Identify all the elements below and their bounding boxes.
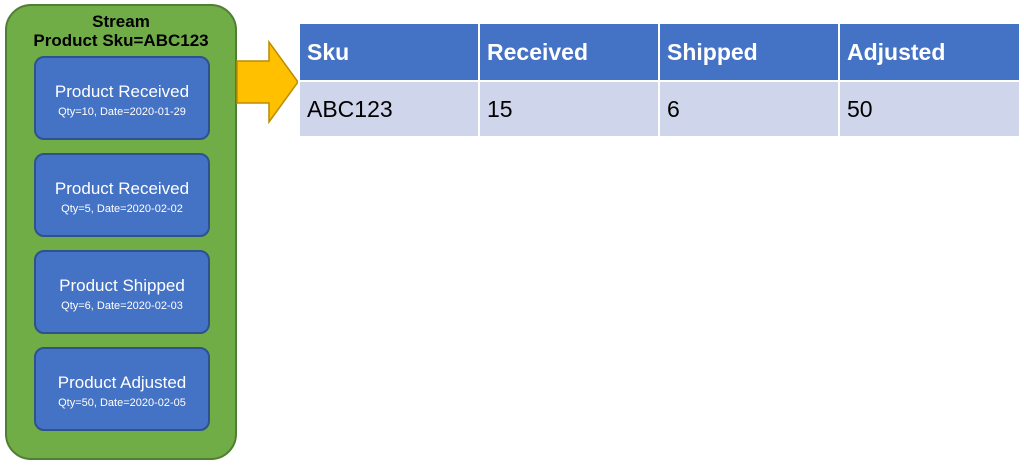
projection-arrow-icon	[236, 40, 299, 124]
stream-title-line2: Product Sku=ABC123	[33, 31, 209, 50]
event-title: Product Received	[54, 179, 190, 198]
event-title: Product Received	[54, 82, 190, 101]
event-title: Product Adjusted	[57, 373, 187, 392]
table-header-row: Sku Received Shipped Adjusted	[298, 22, 1021, 82]
table-row: ABC123 15 6 50	[298, 80, 1021, 138]
stream-title-line1: Stream	[92, 12, 150, 31]
stream-title: Stream Product Sku=ABC123	[7, 12, 235, 50]
column-header-sku: Sku	[298, 22, 480, 82]
event-detail: Qty=50, Date=2020-02-05	[58, 397, 186, 409]
event-detail: Qty=6, Date=2020-02-03	[61, 300, 183, 312]
cell-sku: ABC123	[298, 80, 480, 138]
column-header-received: Received	[478, 22, 660, 82]
projection-table: Sku Received Shipped Adjusted ABC123 15 …	[298, 22, 1021, 138]
cell-received: 15	[478, 80, 660, 138]
column-header-adjusted: Adjusted	[838, 22, 1021, 82]
event-product-received-1: Product Received Qty=10, Date=2020-01-29	[34, 56, 210, 140]
event-product-shipped: Product Shipped Qty=6, Date=2020-02-03	[34, 250, 210, 334]
event-product-adjusted: Product Adjusted Qty=50, Date=2020-02-05	[34, 347, 210, 431]
event-detail: Qty=10, Date=2020-01-29	[58, 106, 186, 118]
event-detail: Qty=5, Date=2020-02-02	[61, 203, 183, 215]
event-title: Product Shipped	[59, 276, 185, 295]
column-header-shipped: Shipped	[658, 22, 840, 82]
event-product-received-2: Product Received Qty=5, Date=2020-02-02	[34, 153, 210, 237]
stream-container: Stream Product Sku=ABC123 Product Receiv…	[5, 4, 237, 460]
cell-adjusted: 50	[838, 80, 1021, 138]
cell-shipped: 6	[658, 80, 840, 138]
